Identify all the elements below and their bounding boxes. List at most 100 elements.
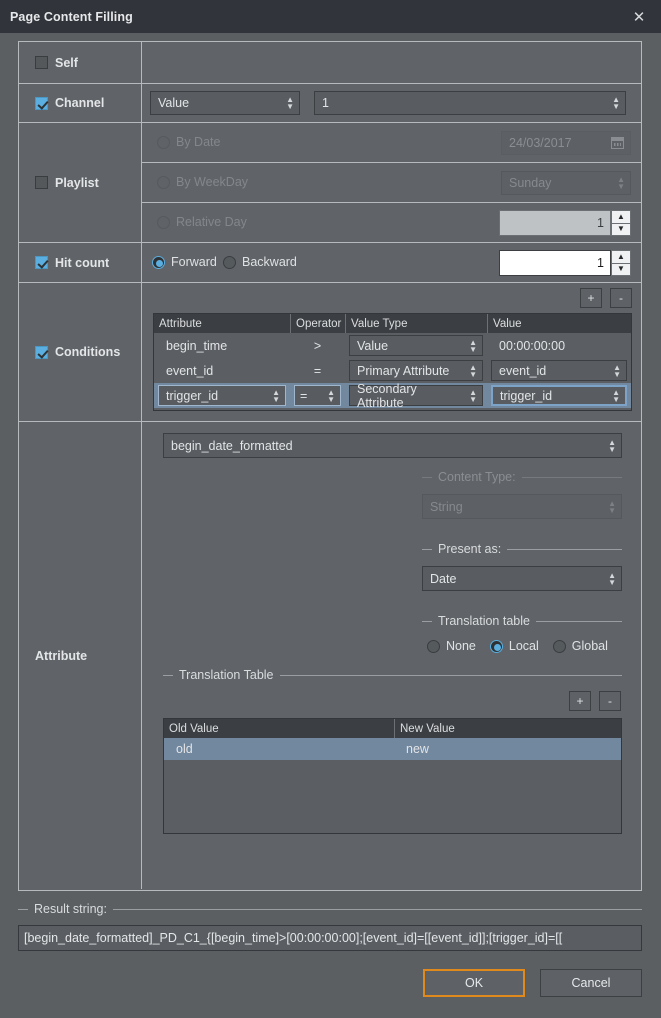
playlist-label: Playlist [55,176,99,190]
hit-count-spinner[interactable]: 1 ▲ ▼ [499,250,631,276]
hit-count-checkbox[interactable] [35,256,48,269]
conditions-header-value-type[interactable]: Value Type [345,314,487,333]
translation-add-button[interactable]: + [569,691,591,711]
conditions-header-attribute[interactable]: Attribute [154,314,290,333]
by-date-radio[interactable] [157,136,170,149]
translation-mode-local-radio[interactable] [490,640,503,653]
attribute-label: Attribute [35,649,87,663]
table-row[interactable]: begin_time > Value ▲▼ 00:00:00:00 [154,333,631,358]
conditions-checkbox[interactable] [35,346,48,359]
table-row-selected[interactable]: trigger_id ▲▼ = ▲▼ Secon [154,383,631,408]
chevron-updown-icon: ▲▼ [612,96,620,110]
conditions-remove-button[interactable]: - [610,288,632,308]
channel-checkbox-wrap[interactable]: Channel [35,96,104,110]
hit-count-value[interactable]: 1 [499,250,611,276]
translation-mode-none-radio[interactable] [427,640,440,653]
translation-header-new-value[interactable]: New Value [394,719,621,738]
relative-day-radio-wrap[interactable]: Relative Day [157,215,247,229]
dialog-body: Self Channel Value ▲▼ 1 ▲▼ [0,33,661,1018]
attribute-select-combo[interactable]: begin_date_formatted ▲▼ [163,433,622,458]
forward-label: Forward [171,255,217,269]
self-checkbox[interactable] [35,56,48,69]
relative-day-radio[interactable] [157,216,170,229]
conditions-checkbox-wrap[interactable]: Conditions [35,345,120,359]
by-date-input[interactable]: 24/03/2017 [501,131,631,155]
condition-attribute-wrap: trigger_id ▲▼ [154,385,290,406]
spin-up-icon[interactable]: ▲ [611,250,631,263]
self-checkbox-wrap[interactable]: Self [35,56,78,70]
row-body-conditions: + - Attribute Operator Value Type Value … [142,283,641,421]
condition-value-type-combo[interactable]: Value ▲▼ [349,335,483,356]
result-string-input[interactable]: [begin_date_formatted]_PD_C1_{[begin_tim… [18,925,642,951]
spin-up-icon[interactable]: ▲ [611,210,631,223]
translation-old-value: old [164,738,394,760]
present-as-group: Present as: Date ▲▼ [422,542,622,591]
by-date-radio-wrap[interactable]: By Date [157,135,220,149]
condition-value: event_id [499,364,546,378]
channel-number-combo[interactable]: 1 ▲▼ [314,91,626,115]
condition-value-type-combo[interactable]: Secondary Attribute ▲▼ [349,385,483,406]
condition-value-combo[interactable]: trigger_id ▲▼ [491,385,627,406]
backward-radio[interactable] [223,256,236,269]
translation-mode-none-wrap[interactable]: None [427,639,476,653]
chevron-updown-icon: ▲▼ [272,389,280,403]
condition-value-type-value: Primary Attribute [357,364,449,378]
channel-type-combo[interactable]: Value ▲▼ [150,91,300,115]
hit-count-spin-buttons[interactable]: ▲ ▼ [611,250,631,276]
conditions-table: Attribute Operator Value Type Value begi… [153,313,632,411]
row-label-self: Self [19,42,142,83]
translation-header-old-value[interactable]: Old Value [164,719,394,738]
playlist-checkbox-wrap[interactable]: Playlist [35,176,99,190]
conditions-table-header: Attribute Operator Value Type Value [154,314,631,333]
forward-radio[interactable] [152,256,165,269]
hit-count-checkbox-wrap[interactable]: Hit count [35,256,109,270]
chevron-updown-icon: ▲▼ [608,500,616,514]
calendar-icon[interactable] [611,137,624,149]
condition-operator: > [290,333,345,358]
cancel-button[interactable]: Cancel [540,969,642,997]
translation-remove-button[interactable]: - [599,691,621,711]
forward-radio-wrap[interactable]: Forward [152,255,217,269]
channel-number-value: 1 [322,96,329,110]
condition-operator: = [300,389,307,403]
result-string-title: Result string: [34,902,107,916]
present-as-combo[interactable]: Date ▲▼ [422,566,622,591]
conditions-add-button[interactable]: + [580,288,602,308]
table-row[interactable]: event_id = Primary Attribute ▲▼ event_id [154,358,631,383]
translation-mode-global-label: Global [572,639,608,653]
row-hit-count: Hit count Forward Backward 1 ▲ ▼ [19,243,641,283]
condition-value-type-combo[interactable]: Primary Attribute ▲▼ [349,360,483,381]
conditions-header-value[interactable]: Value [487,314,631,333]
chevron-updown-icon: ▲▼ [612,389,620,403]
by-weekday-combo[interactable]: Sunday ▲▼ [501,171,631,195]
by-weekday-radio[interactable] [157,176,170,189]
close-icon[interactable]: ✕ [617,0,661,33]
translation-mode-global-wrap[interactable]: Global [553,639,608,653]
spin-down-icon[interactable]: ▼ [611,263,631,277]
relative-day-spin-buttons[interactable]: ▲ ▼ [611,210,631,236]
by-weekday-radio-wrap[interactable]: By WeekDay [157,175,248,189]
translation-new-value: new [394,738,621,760]
relative-day-spinner[interactable]: 1 ▲ ▼ [499,210,631,236]
conditions-header-operator[interactable]: Operator [290,314,345,333]
ok-button[interactable]: OK [423,969,525,997]
condition-value-combo[interactable]: event_id ▲▼ [491,360,627,381]
backward-radio-wrap[interactable]: Backward [223,255,297,269]
condition-operator-combo[interactable]: = ▲▼ [294,385,341,406]
row-body-hit-count: Forward Backward 1 ▲ ▼ [142,243,641,282]
playlist-checkbox[interactable] [35,176,48,189]
condition-attribute-combo[interactable]: trigger_id ▲▼ [158,385,286,406]
content-type-combo[interactable]: String ▲▼ [422,494,622,519]
condition-value-type-value: Value [357,339,388,353]
translation-mode-title: Translation table [438,614,530,628]
table-row-selected[interactable]: old new [164,738,621,760]
channel-checkbox[interactable] [35,97,48,110]
relative-day-value[interactable]: 1 [499,210,611,236]
translation-mode-global-radio[interactable] [553,640,566,653]
translation-mode-local-wrap[interactable]: Local [490,639,539,653]
condition-value-type-wrap: Primary Attribute ▲▼ [345,360,487,381]
row-body-playlist: By Date 24/03/2017 By WeekDay Sunday ▲▼ [142,123,641,242]
group-dash [18,909,28,910]
translation-mode-radio-group: None Local Global [422,639,622,653]
spin-down-icon[interactable]: ▼ [611,223,631,237]
